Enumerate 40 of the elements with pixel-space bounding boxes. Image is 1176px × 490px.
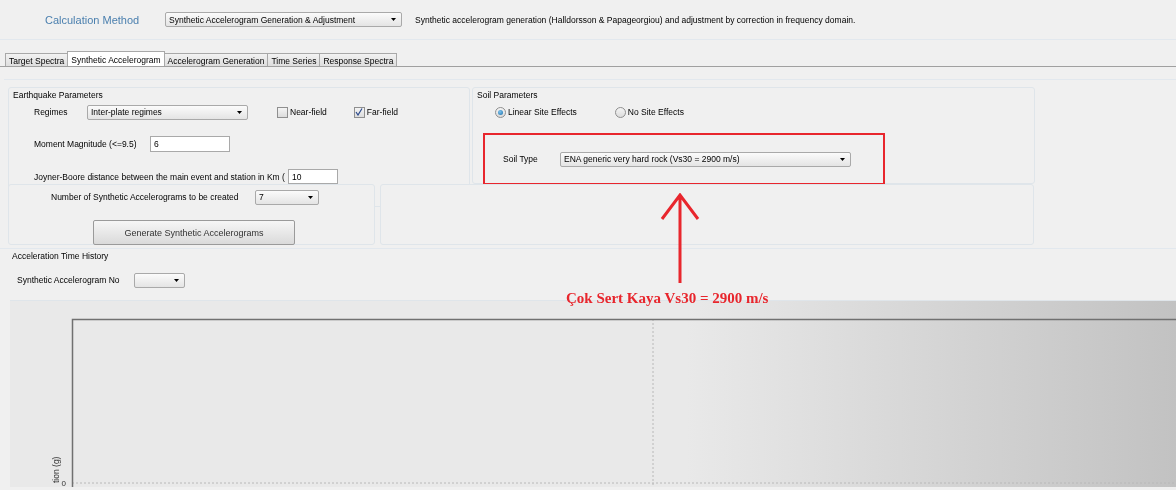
field-label: Number of Synthetic Accelerograms to be created xyxy=(51,192,240,202)
caret-icon xyxy=(308,195,313,199)
checkbox-label: Near-field xyxy=(290,107,327,117)
checkbox[interactable] xyxy=(353,106,365,118)
field-label: Regimes xyxy=(34,107,69,117)
field-label: Moment Magnitude (<=9.5) xyxy=(34,139,138,149)
dropdown[interactable]: ENA generic very hard rock (Vs30 = 2900 m/s) xyxy=(560,151,851,167)
section-title: Acceleration Time History xyxy=(0,248,1176,260)
group-title: Soil Parameters xyxy=(476,89,539,100)
input-field[interactable]: 6 xyxy=(150,136,230,152)
dropdown[interactable] xyxy=(134,272,185,288)
tab[interactable]: Response Spectra xyxy=(319,53,398,66)
caret-icon xyxy=(174,278,179,282)
annotation-caption: Çok Sert Kaya Vs30 = 2900 m/s xyxy=(566,290,769,307)
caret-icon xyxy=(840,157,845,161)
tab[interactable]: Synthetic Accelerogram xyxy=(67,51,165,66)
input-field[interactable]: 10 xyxy=(287,169,338,184)
checkbox[interactable] xyxy=(277,106,288,118)
radio-label: Linear Site Effects xyxy=(508,107,577,117)
axis-title: tion (g) xyxy=(51,456,61,483)
generate-button[interactable]: Generate Synthetic Accelerograms xyxy=(93,220,295,245)
radio-button[interactable] xyxy=(495,106,506,118)
dropdown[interactable]: Inter-plate regimes xyxy=(87,104,248,120)
field-label: Soil Type xyxy=(503,154,539,164)
radio-button[interactable] xyxy=(614,106,626,118)
section-title: Calculation Method xyxy=(45,13,141,26)
dropdown[interactable]: 7 xyxy=(255,189,319,205)
radio-label: No Site Effects xyxy=(627,107,684,117)
tab[interactable]: Target Spectra xyxy=(5,53,69,66)
field-label: Joyner-Boore distance between the main event and station in Km ( xyxy=(34,171,285,182)
tab[interactable]: Time Series xyxy=(267,53,321,66)
caret-icon xyxy=(237,110,242,114)
group-title: Earthquake Parameters xyxy=(12,89,104,100)
axis-tick-label: 0 xyxy=(61,479,66,487)
checkbox-label: Far-field xyxy=(366,107,399,117)
field-label: Synthetic Accelerogram No xyxy=(17,275,121,285)
caret-icon xyxy=(391,18,396,21)
dropdown[interactable]: Synthetic Accelerogram Generation & Adjustment xyxy=(165,12,402,27)
tab[interactable]: Accelerogram Generation xyxy=(163,53,269,66)
method-description: Synthetic accelerogram generation (Halldorsson & Papageorgiou) and adjustment by correction in frequency domain. xyxy=(415,14,856,25)
